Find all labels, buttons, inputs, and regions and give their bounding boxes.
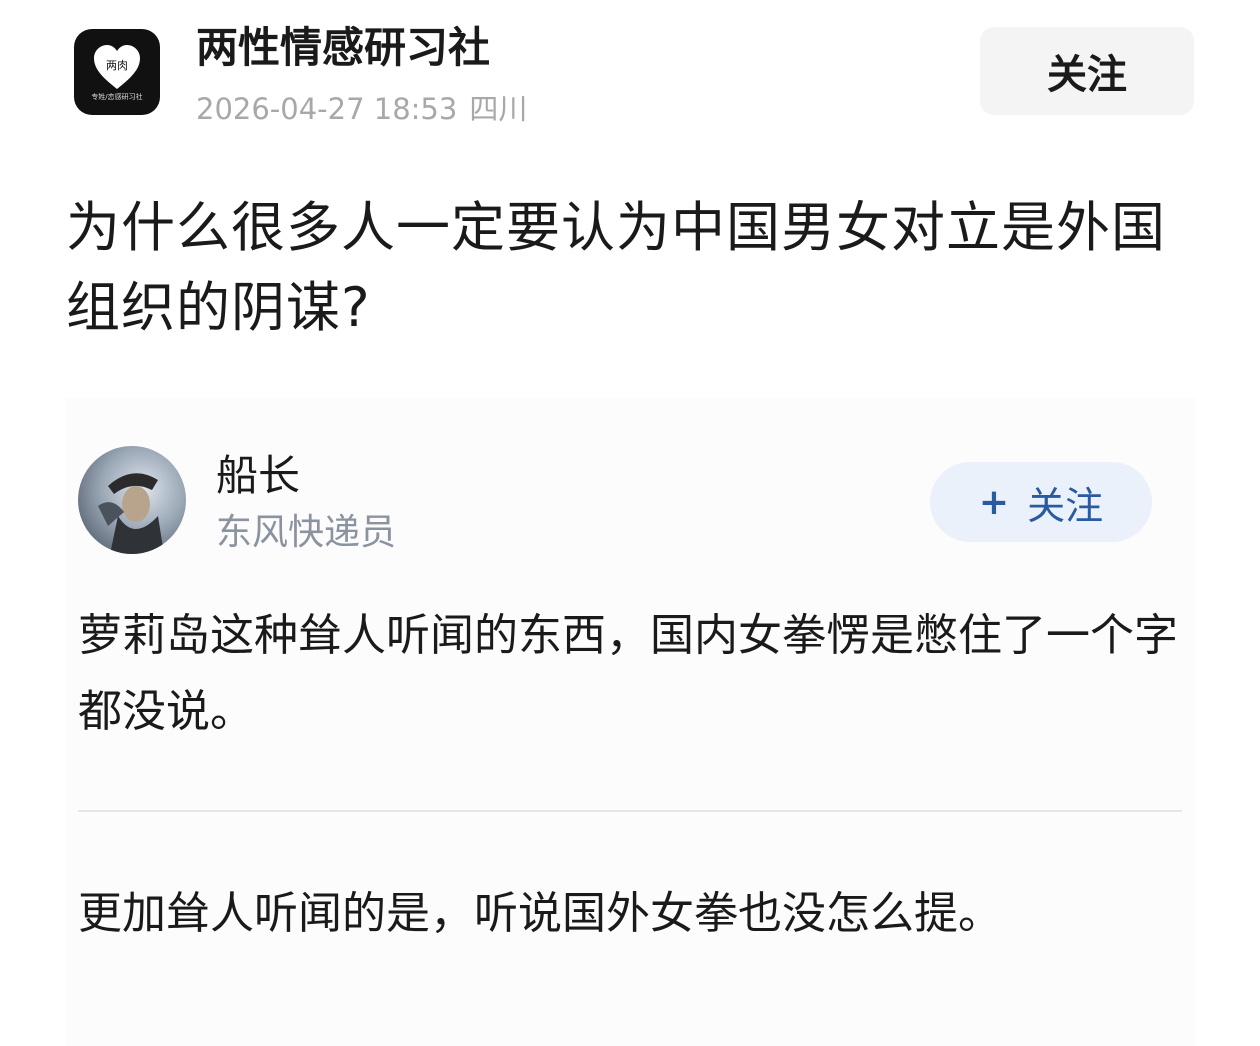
account-name[interactable]: 两性情感研习社 xyxy=(196,22,490,74)
heart-logo-icon: 两肉 xyxy=(94,45,140,89)
answer-card[interactable]: 船长 东风快递员 + 关注 萝莉岛这种耸人听闻的东西，国内女拳愣是憋住了一个字都没… xyxy=(66,398,1196,1046)
post-date: 2026-04-27 18:53 xyxy=(196,92,458,126)
avatar-badge-text: 两肉 xyxy=(106,59,128,72)
follow-author-label: 关注 xyxy=(1027,483,1104,528)
post-meta: 2026-04-27 18:53 四川 xyxy=(196,90,539,128)
follow-account-button[interactable]: 关注 xyxy=(980,27,1194,115)
follow-author-button[interactable]: + 关注 xyxy=(930,462,1152,542)
avatar-tagline: 专姓/恋感研习社 xyxy=(91,93,143,101)
answer-author-avatar[interactable] xyxy=(78,446,186,554)
plus-icon: + xyxy=(978,481,1010,523)
divider xyxy=(78,810,1182,812)
answer-paragraph: 更加耸人听闻的是，听说国外女拳也没怎么提。 xyxy=(78,888,1002,939)
answer-author-desc: 东风快递员 xyxy=(216,512,397,553)
account-avatar[interactable]: 两肉 专姓/恋感研习社 xyxy=(74,29,160,115)
pirate-avatar-icon xyxy=(98,473,164,554)
answer-paragraph: 萝莉岛这种耸人听闻的东西，国内女拳愣是憋住了一个字都没说。 xyxy=(78,610,1178,737)
page: 两肉 专姓/恋感研习社 两性情感研习社 2026-04-27 18:53 四川 关… xyxy=(0,0,1260,1046)
post-header: 两肉 专姓/恋感研习社 两性情感研习社 2026-04-27 18:53 四川 关… xyxy=(0,0,1260,150)
answer-author-name[interactable]: 船长 xyxy=(216,450,300,502)
post-title: 为什么很多人一定要认为中国男女对立是外国组织的阴谋? xyxy=(66,196,1166,339)
post-location: 四川 xyxy=(469,92,528,126)
